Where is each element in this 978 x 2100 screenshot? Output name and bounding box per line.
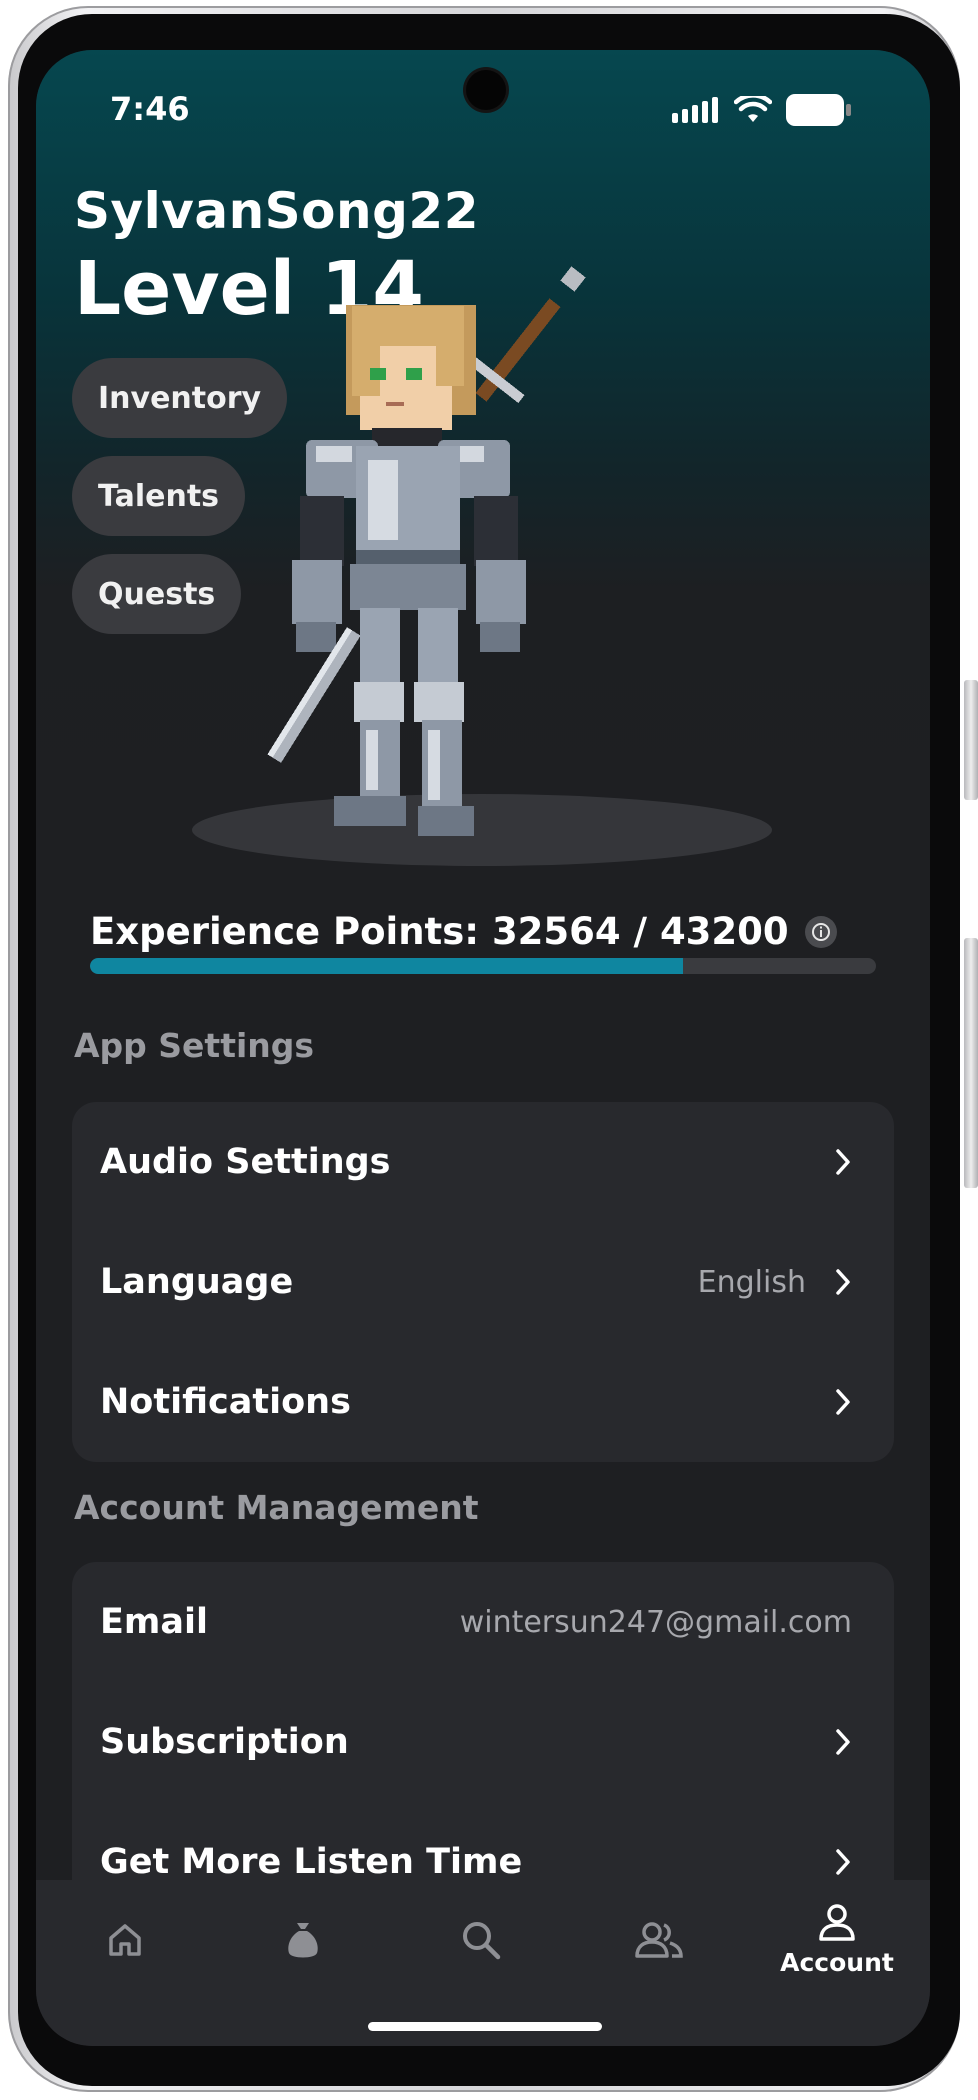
subscription-label: Subscription (100, 1722, 349, 1762)
email-value: wintersun247@gmail.com (459, 1604, 852, 1640)
chevron-right-icon (830, 1147, 856, 1177)
people-icon (635, 1922, 683, 1958)
app-settings-heading: App Settings (74, 1026, 315, 1065)
audio-settings-row[interactable]: Audio Settings (72, 1102, 894, 1222)
audio-settings-label: Audio Settings (100, 1142, 391, 1182)
username: SylvanSong22 (74, 182, 479, 240)
experience-progress-bar (90, 958, 876, 974)
email-row[interactable]: Email wintersun247@gmail.com (72, 1562, 894, 1682)
bag-icon (288, 1923, 318, 1958)
inventory-button-label: Inventory (98, 380, 262, 416)
language-row[interactable]: Language English (72, 1222, 894, 1342)
notifications-label: Notifications (100, 1382, 351, 1422)
chevron-right-icon (830, 1267, 856, 1297)
experience-points: Experience Points: 32564 / 43200 (90, 910, 837, 953)
nav-friends[interactable] (570, 1880, 748, 2000)
home-icon (109, 1924, 141, 1956)
front-camera (466, 70, 506, 110)
chevron-right-icon (830, 1847, 856, 1877)
notifications-row[interactable]: Notifications (72, 1342, 894, 1462)
app-settings-card: Audio Settings Language English Notifica… (72, 1102, 894, 1462)
nav-search[interactable] (392, 1880, 570, 2000)
phone-side-button (964, 680, 978, 800)
home-indicator[interactable] (368, 2022, 602, 2031)
chevron-right-icon (830, 1387, 856, 1417)
nav-bag[interactable] (214, 1880, 392, 2000)
experience-points-label: Experience Points: 32564 / 43200 (90, 910, 789, 953)
inventory-button[interactable]: Inventory (72, 358, 288, 438)
experience-progress-fill (90, 958, 683, 974)
chevron-right-icon (830, 1727, 856, 1757)
get-more-listen-time-label: Get More Listen Time (100, 1842, 523, 1882)
signal-icon (672, 97, 718, 123)
battery-icon (786, 94, 851, 126)
nav-account-label: Account (780, 1947, 894, 1977)
language-value: English (697, 1264, 806, 1300)
app-screen: 7:46 SylvanSong22 Level 14 Inventory Tal… (36, 50, 930, 2046)
talents-button[interactable]: Talents (72, 456, 246, 536)
talents-button-label: Talents (98, 478, 220, 514)
subscription-row[interactable]: Subscription (72, 1682, 894, 1802)
nav-home[interactable] (36, 1880, 214, 2000)
quests-button-label: Quests (98, 576, 216, 612)
search-icon (463, 1922, 501, 1960)
status-bar: 7:46 (36, 50, 930, 170)
info-icon[interactable] (804, 915, 837, 948)
nav-account[interactable]: Account (748, 1880, 926, 2000)
account-icon (819, 1903, 855, 1941)
wifi-icon (734, 96, 772, 122)
quests-button[interactable]: Quests (72, 554, 242, 634)
knight-character-avatar (267, 266, 586, 836)
status-time: 7:46 (110, 90, 190, 128)
phone-volume-button (964, 938, 978, 1188)
status-icons (672, 94, 852, 126)
account-management-heading: Account Management (74, 1488, 479, 1527)
email-label: Email (100, 1602, 208, 1642)
language-label: Language (100, 1262, 294, 1302)
